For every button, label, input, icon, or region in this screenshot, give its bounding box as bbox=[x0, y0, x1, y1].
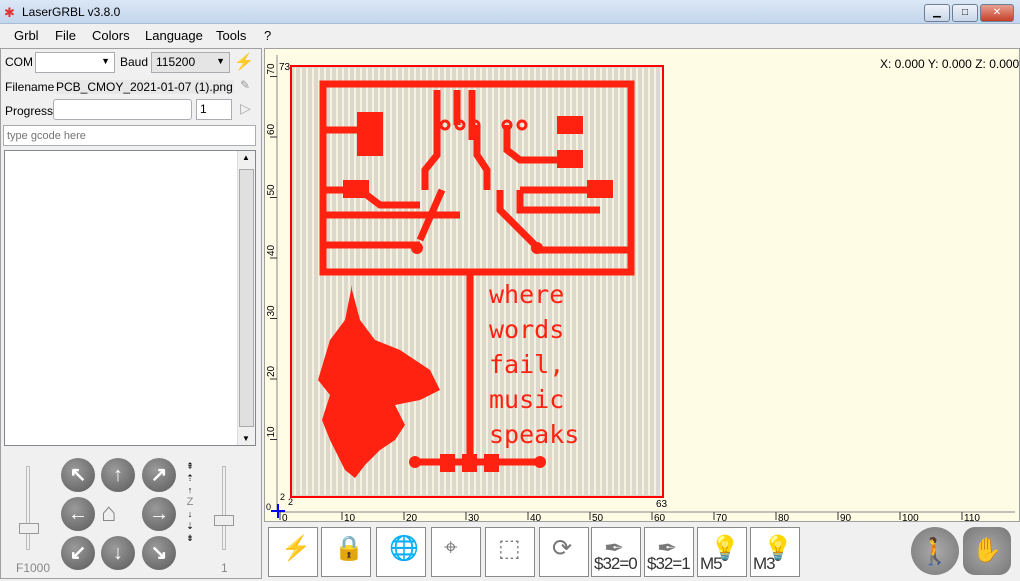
pen-down-label: $32=1 bbox=[647, 554, 691, 573]
connect-button[interactable]: ⚡ bbox=[268, 527, 318, 577]
laser-on-button[interactable]: 💡 M3 bbox=[750, 527, 800, 577]
frame-icon: ⬚ bbox=[498, 535, 521, 562]
y-tick-label: 10 bbox=[266, 426, 277, 438]
x-tick-label: 60 bbox=[654, 513, 666, 524]
artwork-word: music bbox=[489, 385, 564, 414]
walk-icon: 🚶 bbox=[918, 536, 952, 566]
image-height-label: 73 bbox=[279, 62, 291, 73]
x-tick-label: 80 bbox=[778, 513, 790, 524]
y-tick-label: 30 bbox=[266, 305, 277, 317]
laser-off-button[interactable]: 💡 M5 bbox=[697, 527, 747, 577]
x-tick-label: 0 bbox=[282, 513, 288, 524]
frame-button[interactable]: ⬚ bbox=[485, 527, 535, 577]
x-tick-label: 50 bbox=[592, 513, 604, 524]
x-tick-label: 30 bbox=[468, 513, 480, 524]
pen-up-label: $32=0 bbox=[594, 554, 638, 573]
artwork-word: where bbox=[489, 280, 564, 309]
x-tick-label: 110 bbox=[964, 513, 980, 524]
reset-icon: ⟳ bbox=[552, 535, 573, 562]
x-tick-label: 100 bbox=[902, 513, 919, 524]
preview-drawing: 0 10 20 30 40 50 60 70 80 90 100 11010203040506070 … bbox=[266, 55, 1015, 524]
x-tick-label: 40 bbox=[530, 513, 542, 524]
x-tick-label: 90 bbox=[840, 513, 852, 524]
reset-button[interactable]: ⟳ bbox=[539, 527, 589, 577]
center-icon: ⌖ bbox=[444, 534, 458, 561]
x-tick-label: 10 bbox=[344, 513, 356, 524]
hand-stop-icon: ✋ bbox=[972, 537, 1002, 564]
y-tick-label: 50 bbox=[266, 184, 277, 196]
pen-down-button[interactable]: ✒ $32=1 bbox=[644, 527, 694, 577]
connect-icon: ⚡ bbox=[281, 535, 311, 562]
y-ticks: 10 20 30 40 50 60 70 bbox=[266, 63, 277, 440]
unlock-icon: 🔒 bbox=[334, 535, 364, 562]
global-home-button[interactable]: 🌐 bbox=[376, 527, 426, 577]
artwork-word: speaks bbox=[489, 420, 579, 449]
y-tick-label: 40 bbox=[266, 244, 277, 256]
unlock-button[interactable]: 🔒 bbox=[321, 527, 371, 577]
center-button[interactable]: ⌖ bbox=[431, 527, 481, 577]
laser-off-label: M5 bbox=[700, 554, 723, 573]
artwork-word: fail, bbox=[489, 350, 564, 379]
laser-on-label: M3 bbox=[753, 554, 776, 573]
image-x-label: 2 bbox=[280, 492, 285, 502]
stop-button[interactable]: ✋ bbox=[963, 527, 1011, 575]
resume-button[interactable]: 🚶 bbox=[911, 527, 959, 575]
global-home-icon: 🌐 bbox=[389, 535, 419, 562]
image-y-label: 2 bbox=[288, 497, 293, 507]
pen-up-button[interactable]: ✒ $32=0 bbox=[591, 527, 641, 577]
image-width-label: 63 bbox=[656, 499, 668, 510]
origin-label: 0 bbox=[266, 502, 271, 512]
x-tick-label: 70 bbox=[716, 513, 728, 524]
y-tick-label: 20 bbox=[266, 365, 277, 377]
x-ticks: 0 10 20 30 40 50 60 70 80 90 100 110 bbox=[279, 512, 980, 524]
artwork-word: words bbox=[489, 315, 564, 344]
y-tick-label: 70 bbox=[266, 63, 277, 75]
x-tick-label: 20 bbox=[406, 513, 418, 524]
y-tick-label: 60 bbox=[266, 123, 277, 135]
